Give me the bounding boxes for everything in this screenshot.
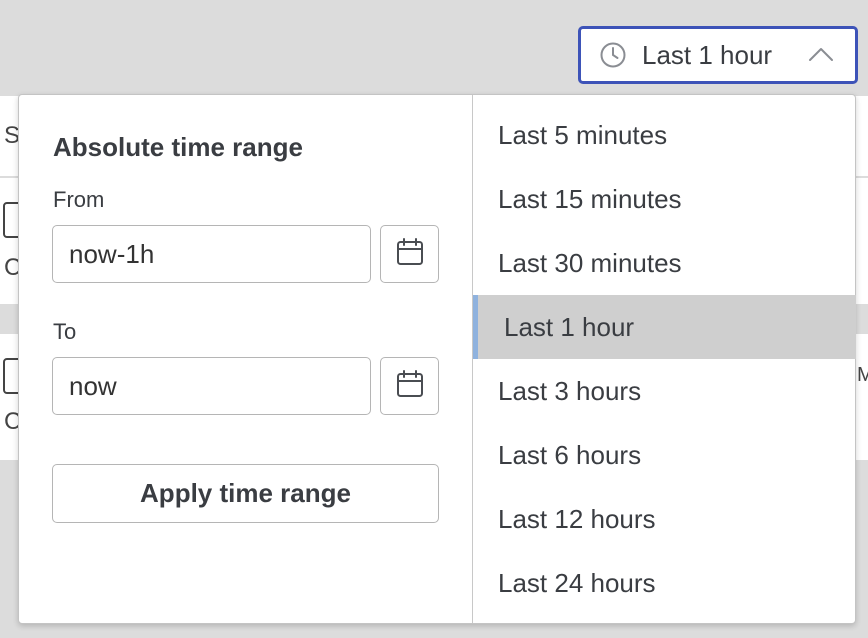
from-label: From — [53, 187, 105, 212]
time-range-picker-button[interactable]: Last 1 hour — [578, 26, 858, 84]
from-input[interactable] — [52, 225, 371, 283]
quick-range-item[interactable]: Last 5 minutes — [473, 103, 856, 167]
quick-range-item[interactable]: Last 30 minutes — [473, 231, 856, 295]
quick-range-item-selected[interactable]: Last 1 hour — [473, 295, 856, 359]
background-text-fragment: M — [857, 364, 868, 386]
chevron-up-icon — [808, 45, 834, 68]
from-calendar-button[interactable] — [380, 225, 439, 283]
calendar-icon — [396, 369, 424, 404]
to-input[interactable] — [52, 357, 371, 415]
time-range-popover: Absolute time range From To Apply time r… — [18, 94, 856, 624]
clock-icon — [599, 41, 627, 74]
time-range-picker-label: Last 1 hour — [642, 39, 773, 70]
quick-range-item[interactable]: Last 15 minutes — [473, 167, 856, 231]
quick-ranges-list: Last 5 minutes Last 15 minutes Last 30 m… — [473, 103, 856, 615]
apply-time-range-button[interactable]: Apply time range — [52, 464, 439, 523]
quick-range-item[interactable]: Last 3 hours — [473, 359, 856, 423]
calendar-icon — [396, 237, 424, 272]
quick-range-item[interactable]: Last 12 hours — [473, 487, 856, 551]
absolute-range-title: Absolute time range — [53, 132, 303, 162]
to-calendar-button[interactable] — [380, 357, 439, 415]
quick-range-item[interactable]: Last 24 hours — [473, 551, 856, 615]
quick-range-item[interactable]: Last 6 hours — [473, 423, 856, 487]
to-label: To — [53, 319, 77, 344]
